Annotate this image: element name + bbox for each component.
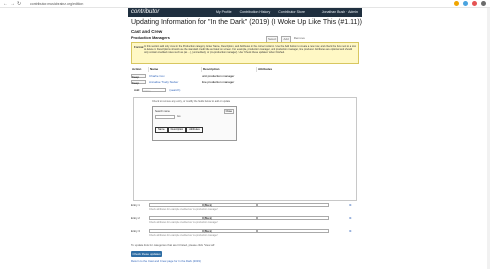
section-title: Cast and Crew	[131, 29, 163, 34]
entry-name-input[interactable]	[149, 203, 204, 207]
entry-name-input[interactable]	[149, 229, 204, 233]
row-name[interactable]: Charlie Cox	[149, 74, 165, 79]
entry-attributes-input[interactable]	[257, 203, 329, 207]
search-dialog: Check to remove any entry, or modify the…	[133, 97, 357, 201]
entry-description-select[interactable]: (Blank)	[202, 203, 257, 207]
row-name[interactable]: Annalise Trudy Sieber	[149, 80, 178, 85]
row-description: line production manager	[202, 80, 235, 84]
table-header: Action Name Description Attributes	[131, 67, 359, 72]
remove-entry-icon[interactable]: ⊗	[349, 216, 352, 220]
tab-attributes[interactable]: Attributes	[186, 127, 203, 133]
add-control: Add name (search)	[134, 88, 180, 93]
entry-row: Entry 1 (Blank) ⊗ Check attributes for e…	[131, 203, 359, 211]
profile-icon[interactable]	[481, 1, 486, 6]
nav-link-store[interactable]: Contributor Store	[278, 10, 305, 15]
dialog-inner-panel: Search name Go Close Name Description At…	[152, 106, 237, 141]
extension-icon[interactable]	[463, 1, 468, 6]
add-name-input[interactable]: name	[142, 88, 167, 93]
user-menu[interactable]: Jonathan Bush · Admin	[322, 10, 358, 15]
footnote: To update lists for categories that aren…	[131, 243, 216, 247]
format-label: Format	[134, 45, 144, 49]
entry-row: Entry 3 (Blank) ⊗ Check attributes for e…	[131, 229, 359, 237]
nav-links: My Profile Contribution History Contribu…	[216, 10, 305, 15]
extension-icon[interactable]	[454, 1, 459, 6]
entry-description-select[interactable]: (Blank)	[202, 229, 257, 233]
reload-icon[interactable]: ↻	[17, 1, 21, 7]
entry-note: Check attributes for example credited as…	[149, 208, 218, 211]
forward-arrow-icon[interactable]: →	[10, 1, 15, 7]
remove-entry-icon[interactable]: ⊗	[349, 203, 352, 207]
site-navbar: contributor My Profile Contribution Hist…	[128, 8, 362, 17]
main-content: Updating Information for "In the Dark" (…	[128, 17, 362, 269]
nav-link-history[interactable]: Contribution History	[240, 10, 271, 15]
entry-attributes-input[interactable]	[257, 216, 329, 220]
search-link[interactable]: (search)	[169, 88, 180, 93]
entry-attributes-input[interactable]	[257, 229, 329, 233]
action-select[interactable]: Keep	[131, 74, 146, 79]
dialog-caption: Check to remove any entry, or modify the…	[152, 100, 231, 103]
entry-controls: ⊗	[349, 229, 352, 233]
header-action: Action	[131, 67, 149, 72]
check-updates-button[interactable]: Check these updates	[131, 251, 162, 257]
entry-note: Check attributes for example credited as…	[149, 221, 218, 224]
header-name: Name	[149, 67, 202, 72]
entry-label: Entry 1	[131, 203, 140, 207]
entry-note: Check attributes for example credited as…	[149, 234, 218, 237]
table-row: Keep Annalise Trudy Sieber line producti…	[131, 80, 359, 85]
nav-link-profile[interactable]: My Profile	[216, 10, 232, 15]
entry-row: Entry 2 (Blank) ⊗ Check attributes for e…	[131, 216, 359, 224]
tab-name[interactable]: Name	[155, 127, 168, 133]
go-button[interactable]: Go	[177, 115, 180, 118]
close-button[interactable]: Close	[223, 109, 234, 114]
browser-toolbar: ← → ↻ contributor.musicbrainz.org/editio…	[0, 0, 490, 8]
format-text: In this section add only crew in the Pro…	[144, 45, 356, 55]
header-description: Description	[202, 67, 257, 72]
return-link[interactable]: Return to the Cast and Crew page for In …	[131, 259, 201, 263]
browser-extension-icons	[454, 1, 486, 6]
entry-controls: ⊗	[349, 216, 352, 220]
site-logo[interactable]: contributor	[131, 9, 159, 16]
action-select[interactable]: Keep	[131, 80, 146, 85]
back-arrow-icon[interactable]: ←	[3, 1, 8, 7]
dialog-tabs: Name Description Attributes	[155, 127, 203, 133]
header-attributes: Attributes	[258, 67, 273, 71]
tab-description[interactable]: Description	[167, 127, 187, 133]
table-row: Keep Charlie Cox unit production manager	[131, 74, 359, 79]
remove-entry-icon[interactable]: ⊗	[349, 229, 352, 233]
row-description: unit production manager	[202, 74, 235, 78]
entry-name-input[interactable]	[149, 216, 204, 220]
address-bar[interactable]: contributor.musicbrainz.org/edition	[30, 1, 190, 7]
add-label: Add	[134, 88, 140, 92]
entry-label: Entry 2	[131, 216, 140, 220]
extension-icon[interactable]	[472, 1, 477, 6]
entry-label: Entry 3	[131, 229, 140, 233]
page-title: Updating Information for "In the Dark" (…	[131, 19, 363, 26]
search-name-label: Search name	[155, 110, 170, 113]
subsection-title: Production Managers	[131, 36, 170, 40]
entry-description-select[interactable]: (Blank)	[202, 216, 257, 220]
search-name-input[interactable]	[155, 115, 175, 119]
entry-controls: ⊗	[349, 203, 352, 207]
format-note: Format In this section add only crew in …	[131, 42, 359, 64]
